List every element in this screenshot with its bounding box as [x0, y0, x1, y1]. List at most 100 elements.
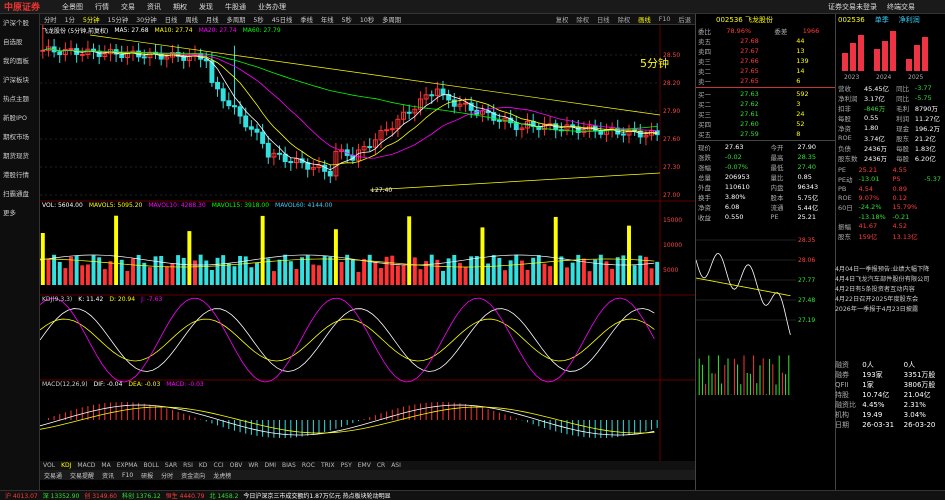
indicator-2[interactable]: MACD: [77, 462, 95, 469]
tool-3[interactable]: 除权: [618, 15, 631, 24]
topbar-link-1[interactable]: 终端交易: [887, 2, 915, 12]
menu-item-3[interactable]: 资讯: [147, 2, 161, 12]
news-item-2[interactable]: 4月22日召开2025年度股东会: [835, 295, 945, 305]
period-tab-10[interactable]: 45日线: [272, 15, 293, 24]
menu-item-1[interactable]: 行情: [95, 2, 109, 12]
indicator-12[interactable]: DMI: [264, 462, 276, 469]
stats-cell: 5.75亿: [797, 194, 819, 202]
finrows-cell: 净利润: [838, 95, 858, 103]
bottom-tab-5[interactable]: 分时: [161, 471, 173, 480]
period-tab-15[interactable]: 多周期: [382, 15, 401, 24]
tool-4[interactable]: 画线: [638, 15, 651, 24]
tab-profit[interactable]: 净利润: [899, 15, 920, 25]
mini-chart[interactable]: 28.35 28.06 27.77 27.48 27.19: [695, 230, 834, 400]
sidebar-item-8[interactable]: 港股行情: [0, 166, 39, 185]
bottom-tab-1[interactable]: 交易提醒: [70, 471, 94, 480]
sidebar-item-7[interactable]: 期货现货: [0, 147, 39, 166]
sidebar-item-0[interactable]: 沪深个股: [0, 14, 39, 33]
kline-panel[interactable]: 28.50 28.20 27.90 27.60 27.30 27.00 15000 10000…: [40, 25, 695, 488]
tool-5[interactable]: F10: [659, 16, 671, 23]
indicator-17[interactable]: EMV: [358, 462, 371, 469]
news-title[interactable]: 4月04日一季报预告:业绩大幅下降: [835, 265, 945, 275]
candle: [496, 119, 502, 122]
period-tab-14[interactable]: 10秒: [360, 15, 374, 24]
period-tab-13[interactable]: 5秒: [342, 15, 352, 24]
sidebar-item-1[interactable]: 自选股: [0, 33, 39, 52]
indicator-13[interactable]: BIAS: [282, 462, 296, 469]
tab-single[interactable]: 单季: [875, 15, 889, 25]
topbar-link-0[interactable]: 证券交易未登录: [828, 2, 877, 12]
period-tab-5[interactable]: 日线: [165, 15, 178, 24]
asks-cell: 139: [796, 57, 809, 65]
tool-6[interactable]: 后退: [678, 15, 691, 24]
finextra-cell: 4.54: [858, 184, 873, 193]
sidebar-item-5[interactable]: 新股IPO: [0, 109, 39, 128]
period-tab-0[interactable]: 分时: [44, 15, 57, 24]
indicator-16[interactable]: PSY: [341, 462, 352, 469]
kdj-legend: KDJ(9,3,3) K: 11.42 D: 20.94 J: -7.63: [42, 295, 168, 303]
sidebar-item-6[interactable]: 期权市场: [0, 128, 39, 147]
bottom-tab-0[interactable]: 交易通: [44, 471, 62, 480]
sidebar-item-3[interactable]: 沪深板块: [0, 71, 39, 90]
sidebar-item-10[interactable]: 更多: [0, 204, 39, 223]
news-panel[interactable]: 4月04日一季报预告:业绩大幅下降 4月4日飞龙汽车部件股份有限公司 4月2日有5…: [835, 265, 945, 345]
finbottom-cell: 26-03-31: [862, 421, 895, 429]
asks-cell: 卖一: [698, 78, 711, 86]
period-tab-4[interactable]: 30分钟: [136, 15, 157, 24]
period-tab-11[interactable]: 季线: [300, 15, 313, 24]
indicator-8[interactable]: KD: [199, 462, 208, 469]
period-toolbar: 分时 1分 5分钟 15分钟 30分钟 日线 周线 月线 多周期 5秒 45日线 季线 年线 5秒 10秒多…: [40, 14, 695, 25]
bottom-tab-2[interactable]: 资讯: [102, 471, 114, 480]
indicator-5[interactable]: BOLL: [144, 462, 159, 469]
indicator-10[interactable]: OBV: [230, 462, 243, 469]
period-tab-6[interactable]: 周线: [185, 15, 198, 24]
finrows-cell: -846万: [863, 105, 886, 113]
indicator-6[interactable]: SAR: [165, 462, 177, 469]
stats-cell: 换手: [698, 194, 711, 202]
menu-item-4[interactable]: 期权: [173, 2, 187, 12]
menu-item-0[interactable]: 全景图: [62, 2, 83, 12]
period-tab-3[interactable]: 15分钟: [108, 15, 129, 24]
period-tab-12[interactable]: 年线: [321, 15, 334, 24]
indicator-0[interactable]: VOL: [43, 462, 55, 469]
menu-item-2[interactable]: 交易: [121, 2, 135, 12]
news-item-3[interactable]: 2026年一季报于4月23日披露: [835, 305, 945, 315]
title-bar: 中原证券 全景图 行情 交易 资讯 期权 发现 牛股通 业务办理 证券交易未登录 终端交易: [0, 0, 945, 14]
period-tab-8[interactable]: 多周期: [227, 15, 246, 24]
indicator-15[interactable]: TRIX: [321, 462, 335, 469]
tool-1[interactable]: 除权: [576, 15, 589, 24]
finrows-cell: 每股: [896, 155, 910, 163]
volume-bar: [531, 257, 536, 285]
tool-2[interactable]: 日线: [597, 15, 610, 24]
menu-item-7[interactable]: 业务办理: [258, 2, 286, 12]
profit-bar: [882, 41, 888, 71]
period-tab-1[interactable]: 1分: [65, 15, 75, 24]
bottom-tab-6[interactable]: 资金流向: [181, 471, 205, 480]
sidebar-item-9[interactable]: 扫霸通盘: [0, 185, 39, 204]
sidebar-item-4[interactable]: 热点主题: [0, 90, 39, 109]
volume-bar: [255, 262, 259, 285]
indicator-1[interactable]: KDJ: [61, 462, 71, 469]
bottom-tab-3[interactable]: F10: [122, 472, 133, 479]
period-tab-2[interactable]: 5分钟: [83, 15, 100, 24]
indicator-9[interactable]: CCI: [213, 462, 223, 469]
period-tab-9[interactable]: 5秒: [253, 15, 263, 24]
indicator-19[interactable]: ASI: [391, 462, 401, 469]
indicator-3[interactable]: MA: [101, 462, 110, 469]
menu-item-6[interactable]: 牛股通: [225, 2, 246, 12]
sidebar-item-2[interactable]: 我的面板: [0, 52, 39, 71]
news-item-0[interactable]: 4月4日飞龙汽车部件股份有限公司: [835, 275, 945, 285]
period-tab-7[interactable]: 月线: [206, 15, 219, 24]
indicator-14[interactable]: ROC: [302, 462, 315, 469]
menu-item-5[interactable]: 发现: [199, 2, 213, 12]
indicator-11[interactable]: WR: [248, 462, 258, 469]
indicator-4[interactable]: EXPMA: [117, 462, 138, 469]
bottom-tab-7[interactable]: 龙虎榜: [213, 471, 231, 480]
indicator-18[interactable]: CR: [377, 462, 385, 469]
indicator-7[interactable]: RSI: [183, 462, 193, 469]
news-item-1[interactable]: 4月2日有5条投资者互动内容: [835, 285, 945, 295]
kline-chart[interactable]: 28.5028.2027.9027.6027.3027.001500010000…: [40, 25, 695, 461]
bottom-tab-4[interactable]: 研报: [141, 471, 153, 480]
tool-0[interactable]: 复权: [556, 15, 569, 24]
chart-title: 飞龙股份 (5分钟,前复权): [42, 27, 109, 35]
